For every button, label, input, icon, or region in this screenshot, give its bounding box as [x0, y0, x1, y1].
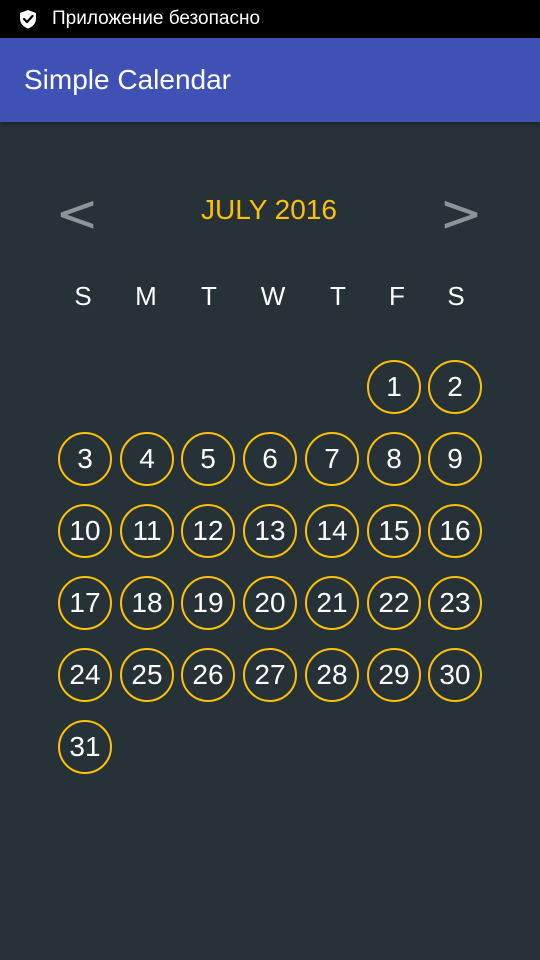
app-bar: Simple Calendar	[0, 38, 540, 122]
weekday-label-sunday: S	[74, 281, 92, 311]
day-cell[interactable]: 16	[428, 504, 482, 558]
day-cell[interactable]: 13	[243, 504, 297, 558]
status-bar: Приложение безопасно	[0, 0, 540, 38]
day-cell[interactable]: 5	[181, 432, 235, 486]
weekday-label-monday: M	[135, 281, 157, 311]
day-cell[interactable]: 1	[367, 360, 421, 414]
day-cell[interactable]: 28	[305, 648, 359, 702]
day-cell[interactable]: 19	[181, 576, 235, 630]
weekday-label-tuesday: T	[201, 281, 217, 311]
day-cell[interactable]: 9	[428, 432, 482, 486]
day-cell[interactable]: 11	[120, 504, 174, 558]
day-cell[interactable]: 14	[305, 504, 359, 558]
next-month-button[interactable]: >	[436, 186, 486, 242]
day-cell[interactable]: 26	[181, 648, 235, 702]
day-cell[interactable]: 21	[305, 576, 359, 630]
day-cell[interactable]: 23	[428, 576, 482, 630]
day-cell[interactable]: 30	[428, 648, 482, 702]
day-cell[interactable]: 7	[305, 432, 359, 486]
weekday-label-thursday: T	[330, 281, 346, 311]
month-year-label[interactable]: JULY 2016	[140, 190, 398, 230]
weekday-label-saturday: S	[447, 281, 465, 311]
day-cell[interactable]: 4	[120, 432, 174, 486]
weekday-label-wednesday: W	[260, 281, 286, 311]
day-cell[interactable]: 6	[243, 432, 297, 486]
day-cell[interactable]: 17	[58, 576, 112, 630]
app-title: Simple Calendar	[24, 64, 231, 95]
day-cell[interactable]: 24	[58, 648, 112, 702]
day-cell[interactable]: 25	[120, 648, 174, 702]
day-cell[interactable]: 3	[58, 432, 112, 486]
day-cell[interactable]: 27	[243, 648, 297, 702]
weekday-label-friday: F	[389, 281, 405, 311]
previous-month-button[interactable]: <	[52, 186, 102, 242]
security-status-text: Приложение безопасно	[52, 8, 261, 29]
day-cell[interactable]: 2	[428, 360, 482, 414]
day-cell[interactable]: 22	[367, 576, 421, 630]
day-cell[interactable]: 12	[181, 504, 235, 558]
day-cell[interactable]: 8	[367, 432, 421, 486]
day-cell[interactable]: 20	[243, 576, 297, 630]
day-cell[interactable]: 10	[58, 504, 112, 558]
day-grid: 1 2 3 4 5 6 7 8 9 10 11 12 13 14 15 16 17 18 19 20 21 22 23 24 2…	[0, 0, 540, 960]
day-cell[interactable]: 18	[120, 576, 174, 630]
day-cell[interactable]: 29	[367, 648, 421, 702]
shield-check-icon	[20, 10, 36, 29]
day-cell[interactable]: 31	[58, 720, 112, 774]
day-cell[interactable]: 15	[367, 504, 421, 558]
weekday-header: S M T W T F S	[0, 278, 540, 314]
